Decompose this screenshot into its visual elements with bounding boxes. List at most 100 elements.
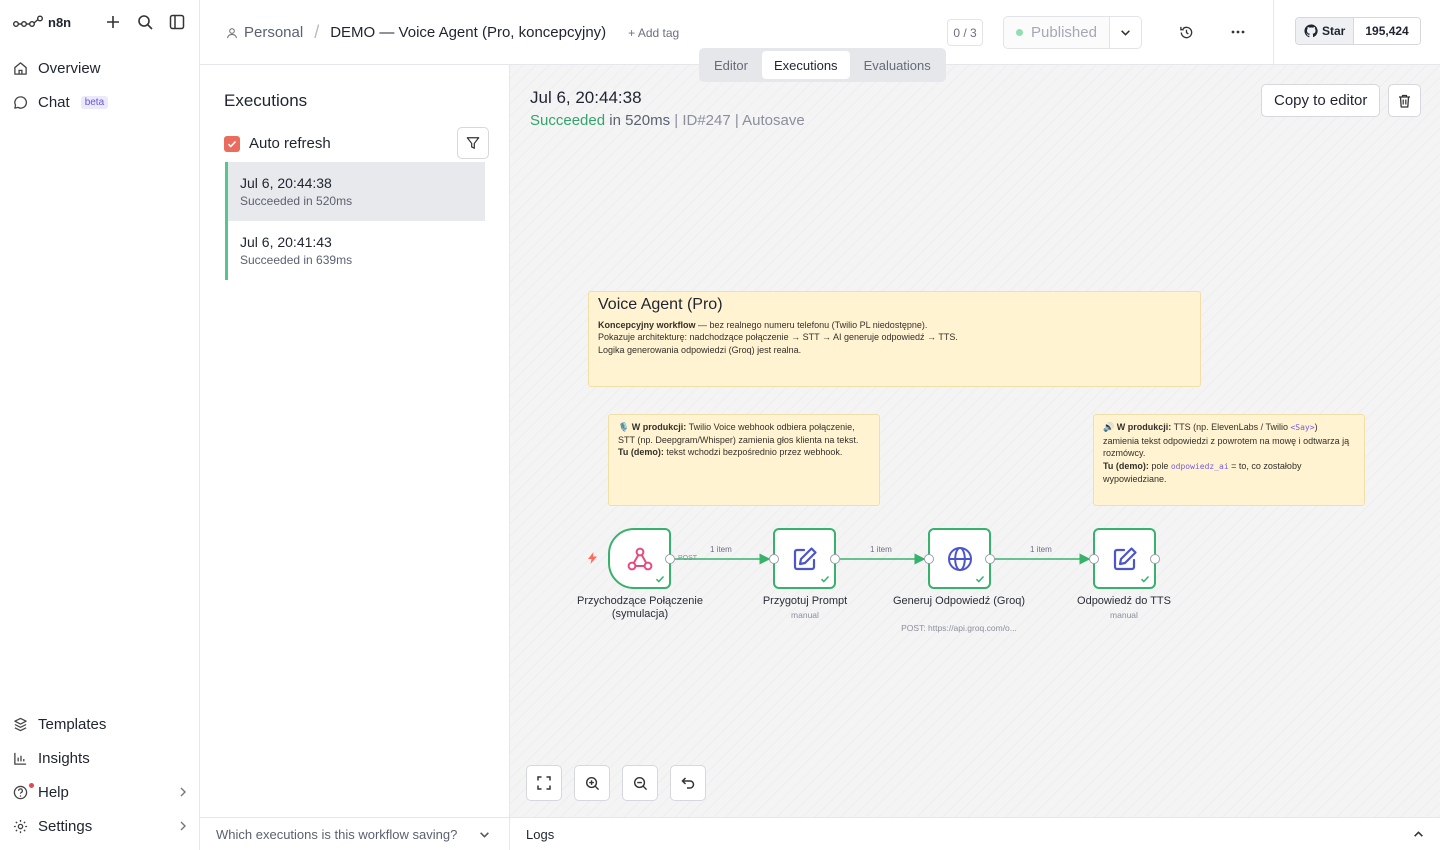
logs-label: Logs <box>526 826 555 842</box>
node-subtitle: manual <box>1110 610 1138 620</box>
add-tag-button[interactable]: + Add tag <box>628 26 679 40</box>
node-label: Generuj Odpowiedź (Groq) <box>892 595 1026 607</box>
templates-icon <box>12 716 29 733</box>
auto-refresh-label: Auto refresh <box>249 135 331 152</box>
trigger-bolt-icon <box>588 552 597 564</box>
input-port[interactable] <box>769 554 779 564</box>
output-port[interactable] <box>665 554 675 564</box>
nav-help[interactable]: Help <box>12 778 188 806</box>
output-port[interactable] <box>985 554 995 564</box>
node-label: Odpowiedź do TTS <box>1077 595 1171 607</box>
workflow-canvas[interactable]: Jul 6, 20:44:38 Succeeded in 520ms | ID#… <box>510 65 1440 817</box>
n8n-logo[interactable]: n8n <box>13 13 71 31</box>
home-icon <box>12 60 29 77</box>
success-check-icon <box>820 574 830 584</box>
filter-icon <box>466 137 480 149</box>
execution-item[interactable]: Jul 6, 20:41:43 Succeeded in 639ms <box>225 221 485 280</box>
webhook-icon <box>627 547 652 570</box>
zoom-out-button[interactable] <box>622 765 658 801</box>
reset-zoom-button[interactable] <box>670 765 706 801</box>
execution-duration: in 520ms <box>605 112 671 129</box>
tab-executions[interactable]: Executions <box>761 51 850 79</box>
execution-item[interactable]: Jul 6, 20:44:38 Succeeded in 520ms <box>225 162 485 221</box>
microphone-icon: 🎙️ <box>618 422 630 432</box>
brand-name: n8n <box>48 14 72 30</box>
node-incoming-call[interactable] <box>608 528 671 589</box>
auto-refresh-checkbox[interactable] <box>224 135 240 152</box>
input-port[interactable] <box>924 554 934 564</box>
nav-insights[interactable]: Insights <box>12 744 188 772</box>
github-star-button[interactable]: Star <box>1296 18 1355 44</box>
saving-settings-toggle[interactable]: Which executions is this workflow saving… <box>200 817 510 850</box>
edge-label: 1 item <box>870 545 892 554</box>
executions-list: Jul 6, 20:44:38 Succeeded in 520ms Jul 6… <box>225 162 485 280</box>
execution-status: Succeeded in 520ms <box>240 194 353 208</box>
sticky-bold: Tu (demo): <box>1103 460 1149 471</box>
execution-mode: Autosave <box>742 112 805 129</box>
fit-view-button[interactable] <box>526 765 562 801</box>
nav-settings[interactable]: Settings <box>12 812 188 840</box>
edge-label: 1 item <box>710 545 732 554</box>
status-dot <box>1016 29 1024 36</box>
search-icon[interactable] <box>135 12 155 32</box>
zoom-in-button[interactable] <box>574 765 610 801</box>
delete-execution-button[interactable] <box>1388 84 1421 117</box>
published-button[interactable]: Published <box>1003 16 1110 49</box>
nav-chat[interactable]: Chat beta <box>12 88 188 116</box>
sticky-text: tekst wchodzi bezpośrednio przez webhook… <box>663 447 843 457</box>
logs-panel-toggle[interactable]: Logs <box>510 817 1440 850</box>
node-response-tts[interactable] <box>1093 528 1156 589</box>
tab-editor[interactable]: Editor <box>702 51 760 79</box>
node-subtitle: POST: https://api.groq.com/o... <box>901 623 1017 633</box>
copy-to-editor-button[interactable]: Copy to editor <box>1261 84 1381 117</box>
sticky-text: — bez realnego numeru telefonu (Twilio P… <box>695 319 928 330</box>
breadcrumb: Personal / DEMO — Voice Agent (Pro, konc… <box>226 22 679 43</box>
sticky-note-production-output[interactable]: 🔊 W produkcji: TTS (np. ElevenLabs / Twi… <box>1093 414 1365 506</box>
sticky-code: odpowiedz_ai <box>1170 461 1229 471</box>
sticky-text: Pokazuje architekturę: nadchodzące połąc… <box>598 332 958 342</box>
execution-date: Jul 6, 20:41:43 <box>240 234 332 250</box>
view-tabs: Editor Executions Evaluations <box>699 48 946 82</box>
output-port[interactable] <box>830 554 840 564</box>
sticky-note-production-input[interactable]: 🎙️ W produkcji: Twilio Voice webhook odb… <box>608 414 880 506</box>
plus-icon[interactable] <box>103 12 123 32</box>
nav-chat-label: Chat <box>38 93 70 111</box>
check-icon <box>227 140 237 148</box>
settings-icon <box>12 818 29 835</box>
edit-icon <box>793 546 817 570</box>
output-port[interactable] <box>1150 554 1160 564</box>
project-link[interactable]: Personal <box>244 24 303 41</box>
nav-help-label: Help <box>38 783 69 801</box>
sticky-bold: Koncepcyjny workflow <box>598 319 696 330</box>
auto-refresh-toggle[interactable]: Auto refresh <box>224 135 331 152</box>
breadcrumb-separator: / <box>314 22 320 42</box>
node-prepare-prompt[interactable] <box>773 528 836 589</box>
more-icon[interactable] <box>1228 22 1248 42</box>
executions-title: Executions <box>224 91 308 110</box>
execution-title: Jul 6, 20:44:38 <box>530 88 642 107</box>
sticky-note-main[interactable]: Voice Agent (Pro) Koncepcyjny workflow —… <box>588 291 1201 387</box>
n8n-logo-icon <box>13 15 43 27</box>
header-divider <box>1273 0 1274 64</box>
nav-overview[interactable]: Overview <box>12 54 188 82</box>
tab-evaluations[interactable]: Evaluations <box>852 51 943 79</box>
node-generate-response[interactable] <box>928 528 991 589</box>
help-icon <box>12 782 34 801</box>
sidebar-toggle-icon[interactable] <box>167 12 187 32</box>
zoom-in-icon <box>585 776 599 790</box>
publish-group: Published <box>1003 16 1142 49</box>
input-port[interactable] <box>1089 554 1099 564</box>
nav-templates[interactable]: Templates <box>12 710 188 738</box>
chevron-down-icon <box>479 829 490 840</box>
workflow-title[interactable]: DEMO — Voice Agent (Pro, koncepcyjny) <box>330 24 606 41</box>
edge-label: 1 item <box>1030 545 1052 554</box>
chevron-right-icon <box>178 821 188 831</box>
success-check-icon <box>655 574 665 584</box>
zoom-out-icon <box>633 776 647 790</box>
filter-button[interactable] <box>457 127 489 159</box>
history-icon[interactable] <box>1176 22 1196 42</box>
sticky-text: TTS (np. ElevenLabs / Twilio <box>1171 422 1291 432</box>
github-star-count[interactable]: 195,424 <box>1354 18 1420 44</box>
execution-status: Succeeded in 639ms <box>240 253 353 267</box>
publish-dropdown-button[interactable] <box>1110 16 1142 49</box>
